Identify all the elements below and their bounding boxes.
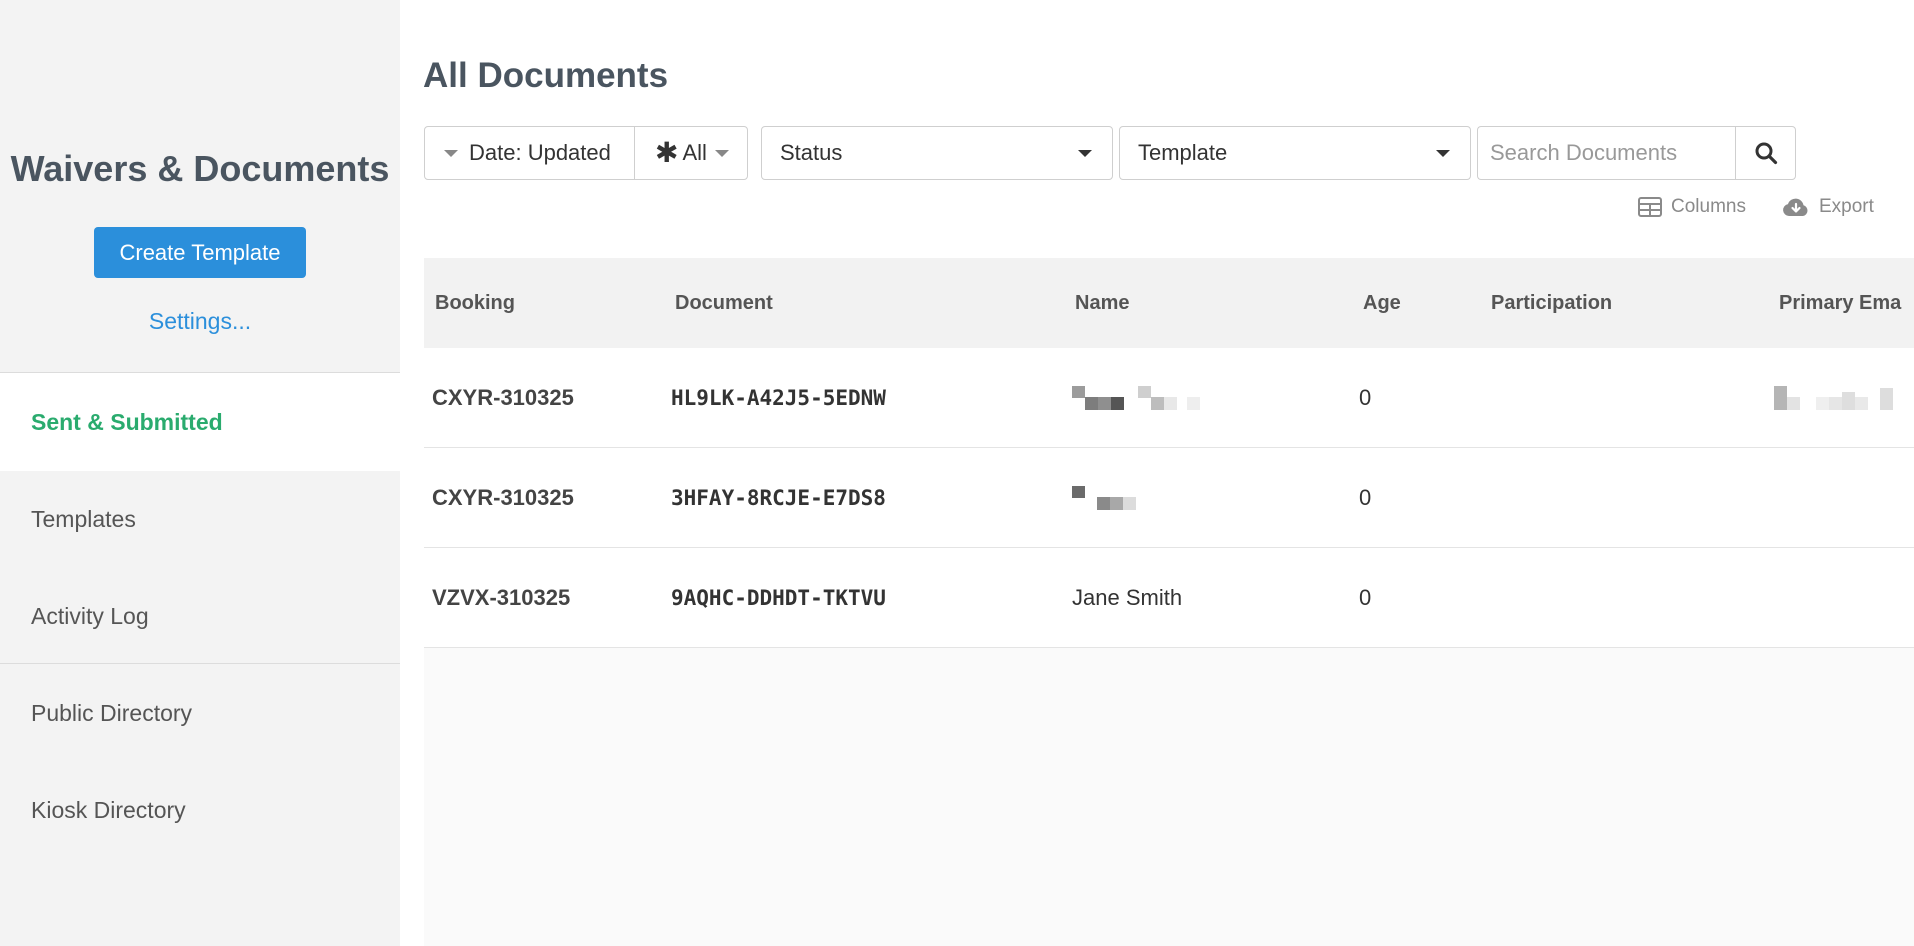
- date-filter-dropdown[interactable]: Date: Updated: [424, 126, 635, 180]
- sidebar-item-activity-log[interactable]: Activity Log: [0, 567, 400, 665]
- column-header-primary-email[interactable]: Primary Ema: [1779, 258, 1901, 348]
- template-filter-dropdown[interactable]: Template: [1119, 126, 1471, 180]
- cell-booking[interactable]: VZVX-310325: [432, 548, 570, 648]
- redacted-name: [1072, 386, 1200, 410]
- column-header-name[interactable]: Name: [1075, 258, 1129, 348]
- column-header-participation[interactable]: Participation: [1491, 258, 1612, 348]
- column-header-age[interactable]: Age: [1363, 258, 1401, 348]
- create-template-button[interactable]: Create Template: [94, 227, 306, 278]
- sidebar-item-templates[interactable]: Templates: [0, 470, 400, 568]
- page-title: All Documents: [423, 56, 669, 95]
- cell-name: Jane Smith: [1072, 585, 1183, 610]
- columns-label: Columns: [1671, 196, 1746, 217]
- cell-age: 0: [1359, 385, 1372, 410]
- cell-name-redacted: [1072, 348, 1200, 448]
- table-row[interactable]: VZVX-310325 9AQHC-DDHDT-TKTVU Jane Smith…: [424, 548, 1914, 648]
- sidebar-item-kiosk-directory[interactable]: Kiosk Directory: [0, 761, 400, 859]
- search-button[interactable]: [1735, 126, 1796, 180]
- redacted-email: [1774, 386, 1893, 410]
- documents-table: Booking Document Name Age Participation …: [424, 258, 1914, 946]
- date-range-dropdown[interactable]: ✱ All: [634, 126, 748, 180]
- table-row[interactable]: CXYR-310325 HL9LK-A42J5-5EDNW 0: [424, 348, 1914, 448]
- caret-down-icon: [1078, 149, 1092, 157]
- template-filter-label: Template: [1138, 140, 1228, 165]
- cloud-download-icon: [1783, 198, 1808, 216]
- column-header-booking[interactable]: Booking: [435, 258, 515, 348]
- date-filter-label: Date: Updated: [469, 140, 611, 165]
- export-button[interactable]: Export: [1782, 196, 1874, 218]
- cell-name-redacted: [1072, 448, 1136, 548]
- search-icon: [1755, 142, 1777, 165]
- cell-booking[interactable]: CXYR-310325: [432, 448, 574, 548]
- columns-icon: [1638, 197, 1662, 217]
- settings-link[interactable]: Settings...: [0, 308, 400, 335]
- cell-document[interactable]: 3HFAY-8RCJE-E7DS8: [671, 448, 886, 548]
- column-header-document[interactable]: Document: [675, 258, 773, 348]
- cell-booking[interactable]: CXYR-310325: [432, 348, 574, 448]
- caret-down-icon: [714, 149, 729, 157]
- cell-email-redacted: [1774, 348, 1893, 448]
- cell-age: 0: [1359, 485, 1372, 510]
- status-filter-label: Status: [780, 140, 843, 165]
- cell-age: 0: [1359, 585, 1372, 610]
- caret-down-icon: [1436, 149, 1450, 157]
- table-header: Booking Document Name Age Participation …: [424, 258, 1914, 348]
- table-body: CXYR-310325 HL9LK-A42J5-5EDNW 0 CXYR-310…: [424, 348, 1914, 648]
- sidebar-item-sent-submitted[interactable]: Sent & Submitted: [0, 373, 400, 471]
- date-range-label: All: [682, 140, 707, 165]
- columns-button[interactable]: Columns: [1638, 196, 1746, 218]
- search-input[interactable]: [1477, 126, 1735, 180]
- export-label: Export: [1819, 196, 1874, 217]
- main-content: All Documents Date: Updated ✱ All Status…: [400, 0, 1914, 946]
- cell-document[interactable]: 9AQHC-DDHDT-TKTVU: [671, 548, 886, 648]
- table-row[interactable]: CXYR-310325 3HFAY-8RCJE-E7DS8 0: [424, 448, 1914, 548]
- search-group: [1477, 126, 1796, 180]
- caret-down-icon: [444, 149, 458, 157]
- sidebar-title: Waivers & Documents: [10, 148, 390, 189]
- asterisk-icon: ✱: [655, 137, 679, 168]
- redacted-name: [1072, 486, 1136, 510]
- sidebar-item-public-directory[interactable]: Public Directory: [0, 664, 400, 762]
- cell-document[interactable]: HL9LK-A42J5-5EDNW: [671, 348, 886, 448]
- sidebar: Waivers & Documents Create Template Sett…: [0, 0, 400, 946]
- status-filter-dropdown[interactable]: Status: [761, 126, 1113, 180]
